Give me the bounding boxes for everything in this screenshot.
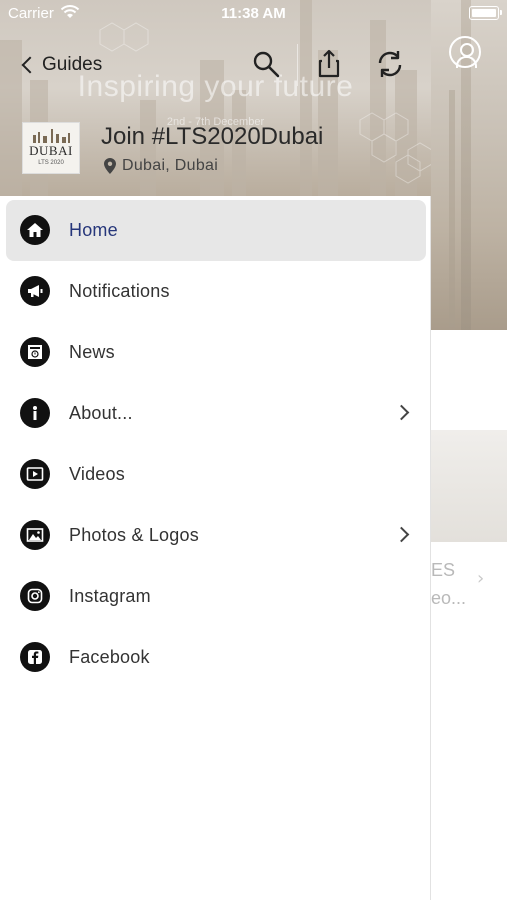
menu-item-label: News <box>69 342 115 362</box>
chevron-right-icon <box>393 526 410 543</box>
info-icon <box>20 398 50 428</box>
battery-icon <box>469 6 502 20</box>
content-card[interactable] <box>431 430 507 542</box>
refresh-icon <box>378 51 402 77</box>
logo-text: DUBAI <box>29 143 73 158</box>
list-item-subtitle: eo... <box>431 588 467 608</box>
refresh-button[interactable] <box>372 46 408 82</box>
menu-item-photos-logos[interactable]: Photos & Logos <box>0 505 431 566</box>
menu-item-label: Home <box>69 220 118 240</box>
event-title: Join #LTS2020Dubai <box>101 123 324 150</box>
megaphone-icon <box>20 276 50 306</box>
side-drawer: Inspiring your future 2nd - 7th December… <box>0 0 431 900</box>
menu-item-notifications[interactable]: Notifications <box>0 261 431 322</box>
back-button[interactable]: Guides <box>18 50 102 80</box>
list-chevron-icon: › <box>477 568 485 589</box>
list-item-preview[interactable]: ES eo... <box>431 556 481 612</box>
menu-item-label: About... <box>69 403 133 423</box>
search-button[interactable] <box>248 46 284 82</box>
search-icon <box>253 51 280 78</box>
menu-item-label: Facebook <box>69 647 150 667</box>
drawer-menu: Home Notifications News About... Videos … <box>0 200 431 688</box>
menu-item-home[interactable]: Home <box>6 200 426 261</box>
menu-item-videos[interactable]: Videos <box>0 444 431 505</box>
menu-item-news[interactable]: News <box>0 322 431 383</box>
clock: 11:38 AM <box>221 5 286 22</box>
menu-item-label: Photos & Logos <box>69 525 199 545</box>
event-logo: DUBAI LTS 2020 <box>22 122 80 174</box>
share-button[interactable] <box>311 46 347 82</box>
home-icon <box>20 215 50 245</box>
list-item-title: ES <box>431 560 456 580</box>
menu-item-instagram[interactable]: Instagram <box>0 566 431 627</box>
logo-subtext: LTS 2020 <box>38 160 64 166</box>
instagram-icon <box>20 581 50 611</box>
newspaper-icon <box>20 337 50 367</box>
status-bar: Carrier 11:38 AM <box>0 0 507 28</box>
menu-item-label: Videos <box>69 464 125 484</box>
back-button-label: Guides <box>42 54 103 75</box>
chevron-left-icon <box>21 56 39 74</box>
event-location-text: Dubai, Dubai <box>122 157 219 174</box>
event-location: Dubai, Dubai <box>104 157 218 175</box>
profile-icon[interactable] <box>449 36 481 68</box>
location-pin-icon <box>104 158 116 174</box>
toolbar-divider <box>297 44 298 86</box>
menu-item-about[interactable]: About... <box>0 383 431 444</box>
share-icon <box>318 49 340 78</box>
chevron-right-icon <box>393 404 410 421</box>
photo-icon <box>20 520 50 550</box>
facebook-icon <box>20 642 50 672</box>
menu-item-facebook[interactable]: Facebook <box>0 627 431 688</box>
main-screen-background <box>431 0 507 900</box>
menu-item-label: Notifications <box>69 281 170 301</box>
menu-item-label: Instagram <box>69 586 151 606</box>
video-icon <box>20 459 50 489</box>
logo-skyline-icon <box>33 129 70 143</box>
